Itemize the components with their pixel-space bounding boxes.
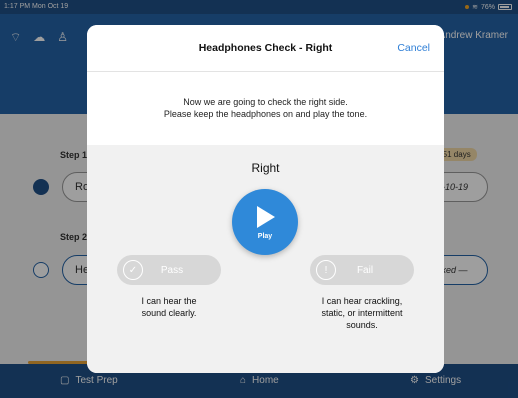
cancel-button[interactable]: Cancel: [397, 42, 430, 54]
pass-label: Pass: [160, 264, 184, 276]
pass-button[interactable]: ✓ Pass: [117, 255, 221, 285]
modal-header-section: Headphones Check - Right Cancel Now we a…: [87, 25, 444, 145]
instruction-line-1: Now we are going to check the right side…: [183, 97, 348, 107]
fail-desc-line-2: static, or intermittent: [321, 308, 403, 318]
fail-desc-line-1: I can hear crackling,: [321, 296, 403, 306]
checkmark-icon: ✓: [123, 260, 143, 280]
play-label: Play: [257, 233, 273, 240]
modal-divider: [87, 71, 444, 72]
play-button[interactable]: Play: [232, 189, 298, 255]
instruction-line-2: Please keep the headphones on and play t…: [163, 109, 368, 119]
pass-desc-line-2: sound clearly.: [141, 308, 197, 318]
side-label: Right: [251, 161, 280, 175]
fail-description: I can hear crackling, static, or intermi…: [299, 295, 425, 331]
pass-desc-line-1: I can hear the: [141, 296, 197, 306]
modal-body: Right Play ✓ Pass ! Fail I can hear the …: [87, 145, 444, 373]
fail-label: Fail: [356, 264, 374, 276]
exclamation-icon: !: [316, 260, 336, 280]
fail-desc-line-3: sounds.: [346, 320, 378, 330]
pass-description: I can hear the sound clearly.: [107, 295, 231, 319]
modal-title: Headphones Check - Right: [198, 42, 333, 54]
play-icon: [257, 206, 275, 228]
fail-button[interactable]: ! Fail: [310, 255, 414, 285]
instruction-text: Now we are going to check the right side…: [87, 96, 444, 120]
headphones-check-modal: Headphones Check - Right Cancel Now we a…: [87, 25, 444, 373]
